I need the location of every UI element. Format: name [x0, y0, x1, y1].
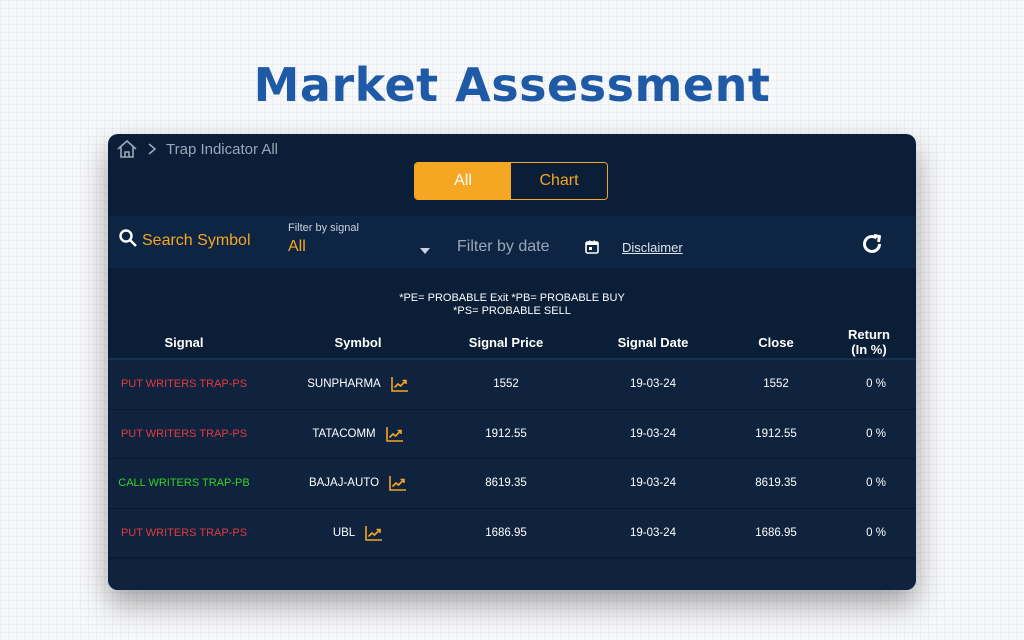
return-cell: 0 % [866, 427, 886, 440]
signal-price-cell: 1912.55 [485, 427, 527, 440]
header-signal-price: Signal Price [468, 334, 544, 350]
signal-cell: PUT WRITERS TRAP-PS [120, 427, 248, 440]
breadcrumb: Trap Indicator All [116, 138, 278, 160]
symbol-cell: UBL [292, 509, 424, 558]
table-row[interactable]: PUT WRITERS TRAP-PS SUNPHARMA 1552 19-03… [108, 360, 916, 410]
table-header: Signal Symbol Signal Price Signal Date C… [108, 324, 916, 360]
signal-filter-label: Filter by signal [288, 222, 359, 234]
header-close: Close [758, 334, 794, 350]
return-cell: 0 % [866, 526, 886, 539]
symbol-text: UBL [332, 526, 356, 539]
signal-date-cell: 19-03-24 [629, 526, 677, 539]
chevron-right-icon [148, 143, 156, 155]
header-signal: Signal [164, 334, 204, 350]
calendar-icon[interactable] [585, 240, 599, 259]
table-row[interactable]: PUT WRITERS TRAP-PS TATACOMM 1912.55 19-… [108, 409, 916, 459]
signal-cell: PUT WRITERS TRAP-PS [120, 378, 248, 391]
signal-filter-select[interactable]: Filter by signal All [288, 222, 430, 256]
signal-filter-value: All [288, 238, 306, 255]
search-symbol-button[interactable]: Search Symbol [118, 228, 251, 253]
notes-line-2: *PS= PROBABLE SELL [453, 305, 571, 317]
signal-date-cell: 19-03-24 [629, 477, 677, 490]
header-symbol: Symbol [334, 334, 382, 350]
symbol-cell: TATACOMM [292, 410, 424, 459]
search-label: Search Symbol [142, 231, 251, 249]
signal-date-cell: 19-03-24 [629, 427, 677, 440]
signal-cell: CALL WRITERS TRAP-PB [118, 477, 250, 490]
return-cell: 0 % [866, 378, 886, 391]
header-signal-date: Signal Date [617, 334, 689, 350]
trend-chart-icon[interactable] [385, 426, 404, 442]
tab-all[interactable]: All [415, 163, 511, 199]
signal-price-cell: 1686.95 [485, 526, 527, 539]
return-cell: 0 % [866, 477, 886, 490]
header-return-line-1: Return [848, 327, 890, 342]
signal-date-cell: 19-03-24 [629, 378, 677, 391]
signals-table: Signal Symbol Signal Price Signal Date C… [108, 324, 916, 558]
disclaimer-link[interactable]: Disclaimer [622, 240, 683, 255]
trend-chart-icon[interactable] [365, 525, 383, 541]
home-icon[interactable] [116, 139, 138, 159]
view-toggle: All Chart [414, 162, 608, 200]
signal-price-cell: 8619.35 [485, 477, 527, 490]
close-cell: 8619.35 [755, 477, 797, 490]
header-return: Return (In %) [830, 324, 908, 360]
notes-line-1: *PE= PROBABLE Exit *PB= PROBABLE BUY [399, 292, 625, 304]
tab-chart[interactable]: Chart [511, 163, 607, 199]
date-filter-input[interactable]: Filter by date [457, 238, 549, 256]
trap-indicator-panel: Trap Indicator All All Chart Search Symb… [108, 134, 916, 590]
table-body: PUT WRITERS TRAP-PS SUNPHARMA 1552 19-03… [108, 360, 916, 558]
breadcrumb-current: Trap Indicator All [166, 140, 278, 158]
symbol-text: TATACOMM [312, 427, 376, 440]
table-footer [108, 560, 916, 590]
close-cell: 1552 [763, 378, 789, 391]
close-cell: 1912.55 [755, 427, 797, 440]
signal-price-cell: 1552 [493, 378, 519, 391]
header-return-line-2: (In %) [851, 342, 887, 357]
table-row[interactable]: PUT WRITERS TRAP-PS UBL 1686.95 19-03-24… [108, 508, 916, 558]
search-icon [118, 228, 138, 253]
close-cell: 1686.95 [755, 526, 797, 539]
trend-chart-icon[interactable] [389, 475, 407, 492]
table-row[interactable]: CALL WRITERS TRAP-PB BAJAJ-AUTO 8619.35 … [108, 459, 916, 509]
filter-bar: Search Symbol Filter by signal All Filte… [108, 216, 916, 268]
refresh-icon[interactable] [860, 232, 884, 261]
legend-notes: *PE= PROBABLE Exit *PB= PROBABLE BUY *PS… [108, 292, 916, 318]
symbol-cell: BAJAJ-AUTO [292, 459, 424, 508]
symbol-text: SUNPHARMA [307, 378, 381, 391]
symbol-cell: SUNPHARMA [292, 360, 424, 409]
page-title: Market Assessment [253, 58, 771, 112]
symbol-text: BAJAJ-AUTO [308, 477, 380, 490]
trend-chart-icon[interactable] [390, 376, 409, 393]
signal-cell: PUT WRITERS TRAP-PS [120, 526, 248, 539]
caret-down-icon [420, 248, 430, 254]
